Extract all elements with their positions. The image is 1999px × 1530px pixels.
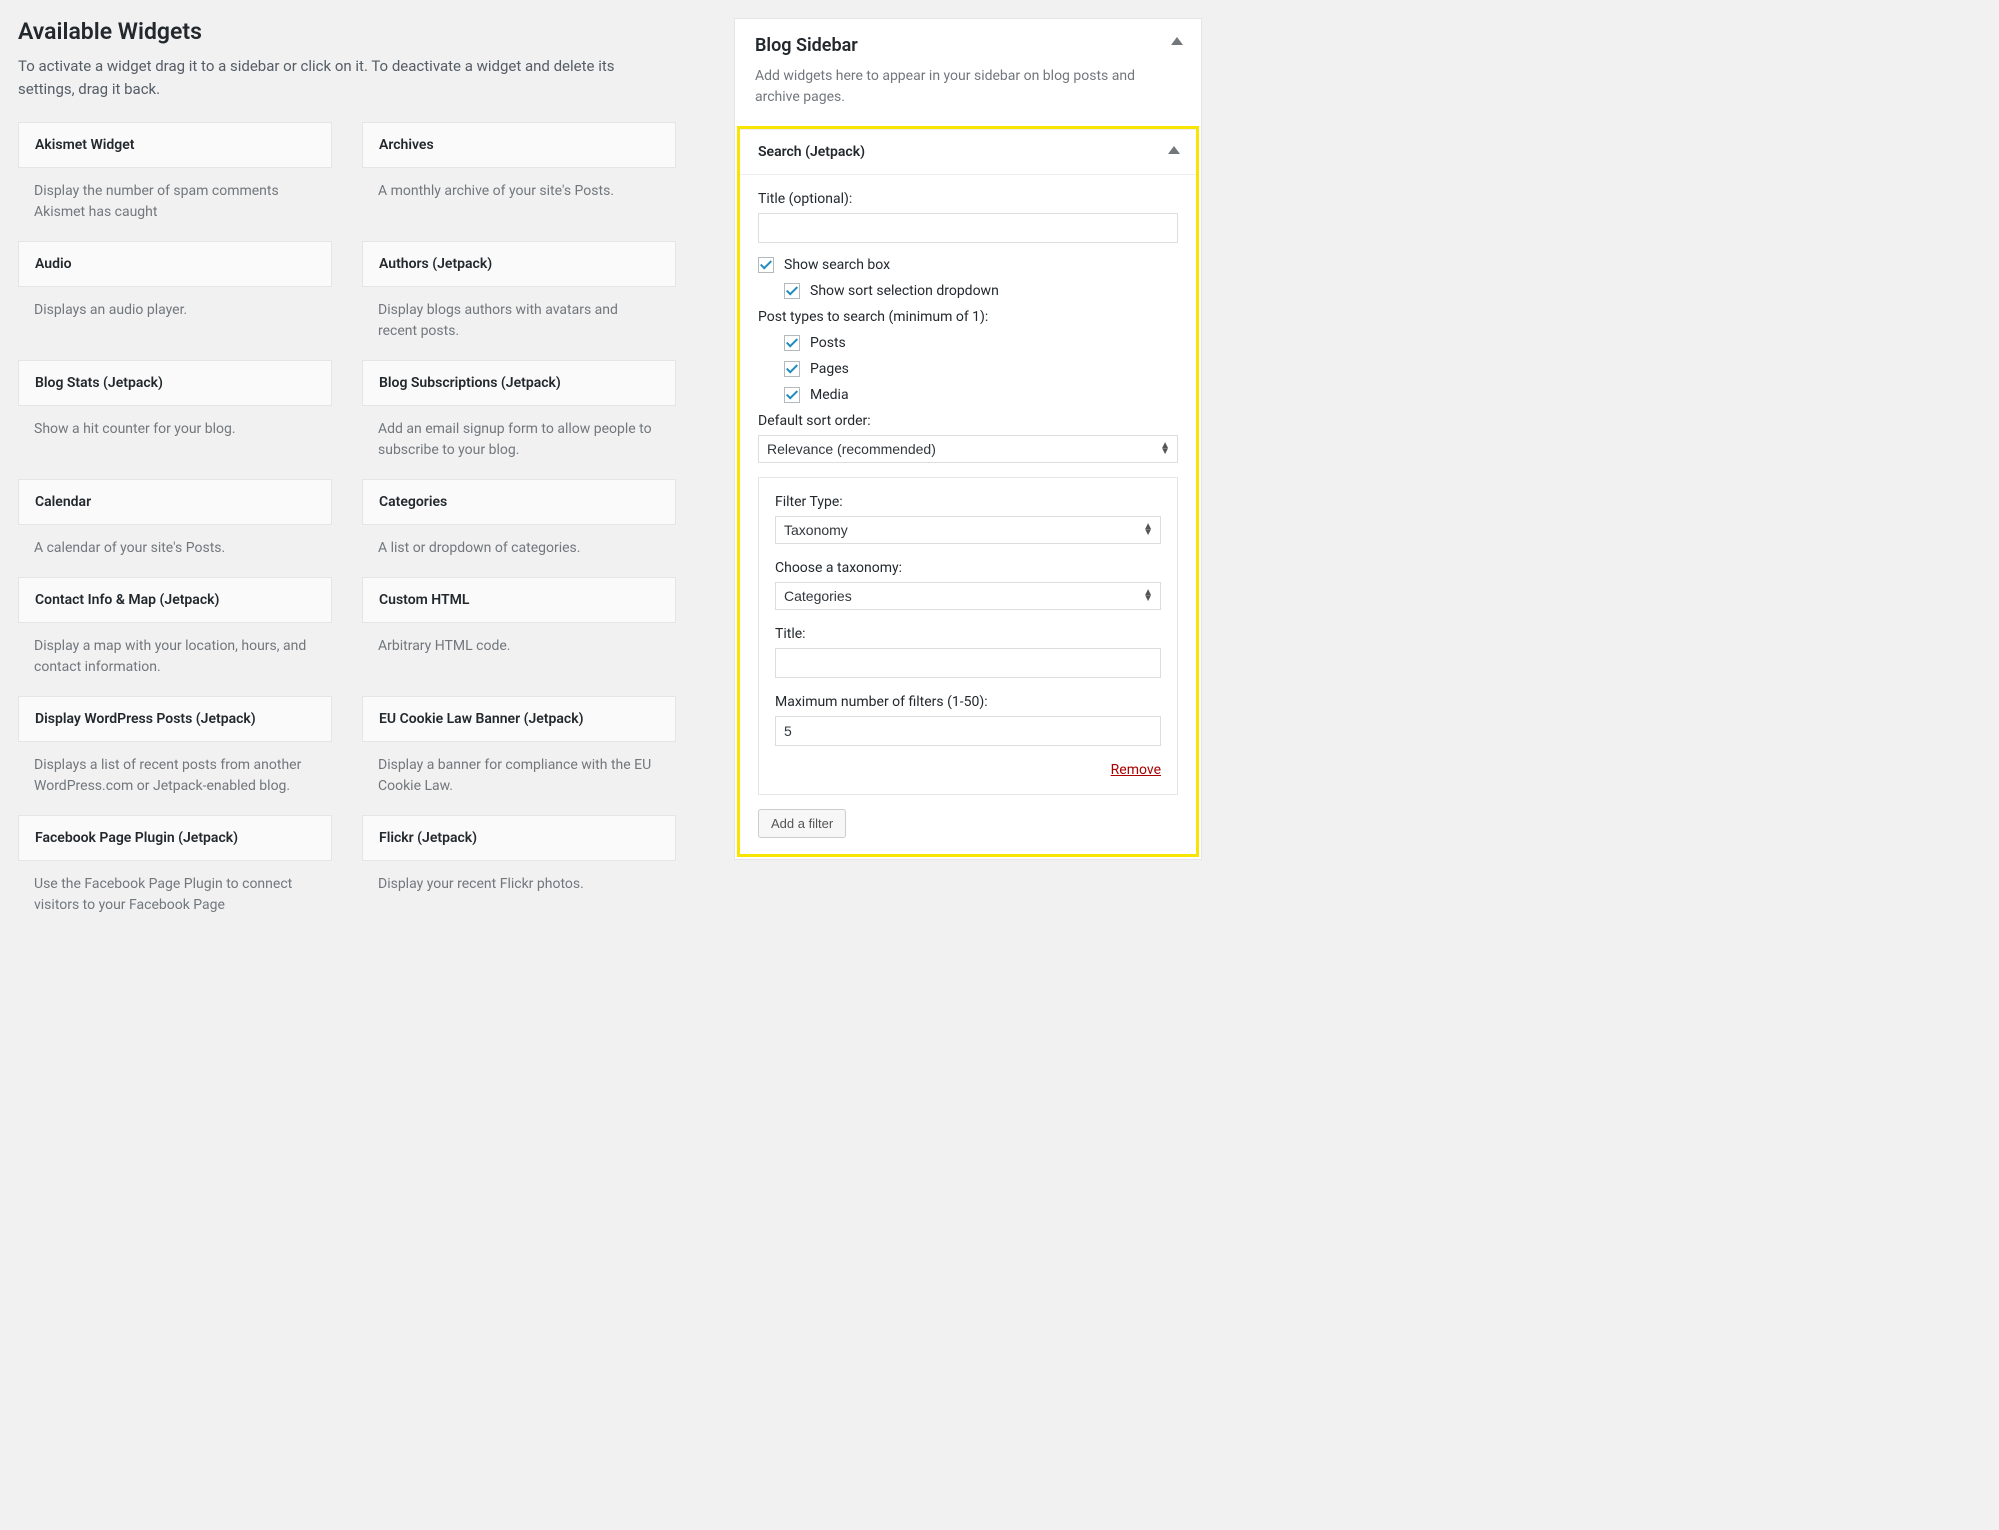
available-widget-desc: A calendar of your site's Posts. <box>18 525 332 577</box>
filter-type-label: Filter Type: <box>775 494 1161 510</box>
search-widget-title: Search (Jetpack) <box>758 144 865 160</box>
blog-sidebar-panel: Blog Sidebar Add widgets here to appear … <box>734 18 1202 860</box>
show-sort-dropdown-checkbox[interactable] <box>784 283 800 299</box>
available-widget-desc: A list or dropdown of categories. <box>362 525 676 577</box>
filter-title-label: Title: <box>775 626 1161 642</box>
available-widget-title[interactable]: Akismet Widget <box>18 122 332 168</box>
filter-box: Filter Type: Taxonomy ▲▼ Choose a taxono… <box>758 477 1178 795</box>
post-type-pages-label: Pages <box>810 361 849 377</box>
title-label: Title (optional): <box>758 191 1178 207</box>
available-widget-desc: Display a map with your location, hours,… <box>18 623 332 696</box>
post-types-label: Post types to search (minimum of 1): <box>758 309 1178 325</box>
remove-filter-link[interactable]: Remove <box>1111 762 1161 778</box>
available-widget-title[interactable]: Archives <box>362 122 676 168</box>
default-sort-select[interactable]: Relevance (recommended) <box>758 435 1178 463</box>
post-type-posts-label: Posts <box>810 335 846 351</box>
available-widget-title[interactable]: EU Cookie Law Banner (Jetpack) <box>362 696 676 742</box>
available-widget-title[interactable]: Custom HTML <box>362 577 676 623</box>
collapse-icon[interactable] <box>1171 37 1183 45</box>
available-widget-desc: Displays a list of recent posts from ano… <box>18 742 332 815</box>
available-widget-desc: Display blogs authors with avatars and r… <box>362 287 676 360</box>
available-widget-title[interactable]: Facebook Page Plugin (Jetpack) <box>18 815 332 861</box>
post-type-pages-checkbox[interactable] <box>784 361 800 377</box>
post-type-posts-checkbox[interactable] <box>784 335 800 351</box>
filter-title-input[interactable] <box>775 648 1161 678</box>
available-widget-title[interactable]: Authors (Jetpack) <box>362 241 676 287</box>
available-widget-desc: Use the Facebook Page Plugin to connect … <box>18 861 332 934</box>
title-input[interactable] <box>758 213 1178 243</box>
available-widget-title[interactable]: Calendar <box>18 479 332 525</box>
available-widget-desc: Show a hit counter for your blog. <box>18 406 332 458</box>
max-filters-label: Maximum number of filters (1-50): <box>775 694 1161 710</box>
available-widget-desc: Display the number of spam comments Akis… <box>18 168 332 241</box>
available-widget-desc: Arbitrary HTML code. <box>362 623 676 675</box>
max-filters-input[interactable] <box>775 716 1161 746</box>
available-widget-desc: Add an email signup form to allow people… <box>362 406 676 479</box>
available-widgets-intro: To activate a widget drag it to a sideba… <box>18 55 658 100</box>
available-widgets-heading: Available Widgets <box>18 18 676 45</box>
show-sort-dropdown-label: Show sort selection dropdown <box>810 283 999 299</box>
post-type-media-checkbox[interactable] <box>784 387 800 403</box>
taxonomy-label: Choose a taxonomy: <box>775 560 1161 576</box>
available-widget-desc: Display your recent Flickr photos. <box>362 861 676 913</box>
available-widget-title[interactable]: Categories <box>362 479 676 525</box>
sidebar-title: Blog Sidebar <box>755 35 1181 56</box>
available-widget-title[interactable]: Contact Info & Map (Jetpack) <box>18 577 332 623</box>
taxonomy-select[interactable]: Categories <box>775 582 1161 610</box>
collapse-icon[interactable] <box>1168 146 1180 154</box>
available-widget-title[interactable]: Audio <box>18 241 332 287</box>
show-search-box-label: Show search box <box>784 257 890 273</box>
available-widget-title[interactable]: Blog Stats (Jetpack) <box>18 360 332 406</box>
sidebar-desc: Add widgets here to appear in your sideb… <box>755 66 1181 108</box>
post-type-media-label: Media <box>810 387 849 403</box>
available-widget-desc: Displays an audio player. <box>18 287 332 339</box>
available-widget-title[interactable]: Blog Subscriptions (Jetpack) <box>362 360 676 406</box>
add-filter-button[interactable]: Add a filter <box>758 809 846 838</box>
available-widget-desc: Display a banner for compliance with the… <box>362 742 676 815</box>
available-widget-title[interactable]: Flickr (Jetpack) <box>362 815 676 861</box>
search-widget-highlight: Search (Jetpack) Title (optional): Show … <box>737 126 1199 857</box>
show-search-box-checkbox[interactable] <box>758 257 774 273</box>
default-sort-label: Default sort order: <box>758 413 1178 429</box>
filter-type-select[interactable]: Taxonomy <box>775 516 1161 544</box>
search-widget-header[interactable]: Search (Jetpack) <box>740 129 1196 175</box>
available-widget-desc: A monthly archive of your site's Posts. <box>362 168 676 220</box>
available-widget-title[interactable]: Display WordPress Posts (Jetpack) <box>18 696 332 742</box>
